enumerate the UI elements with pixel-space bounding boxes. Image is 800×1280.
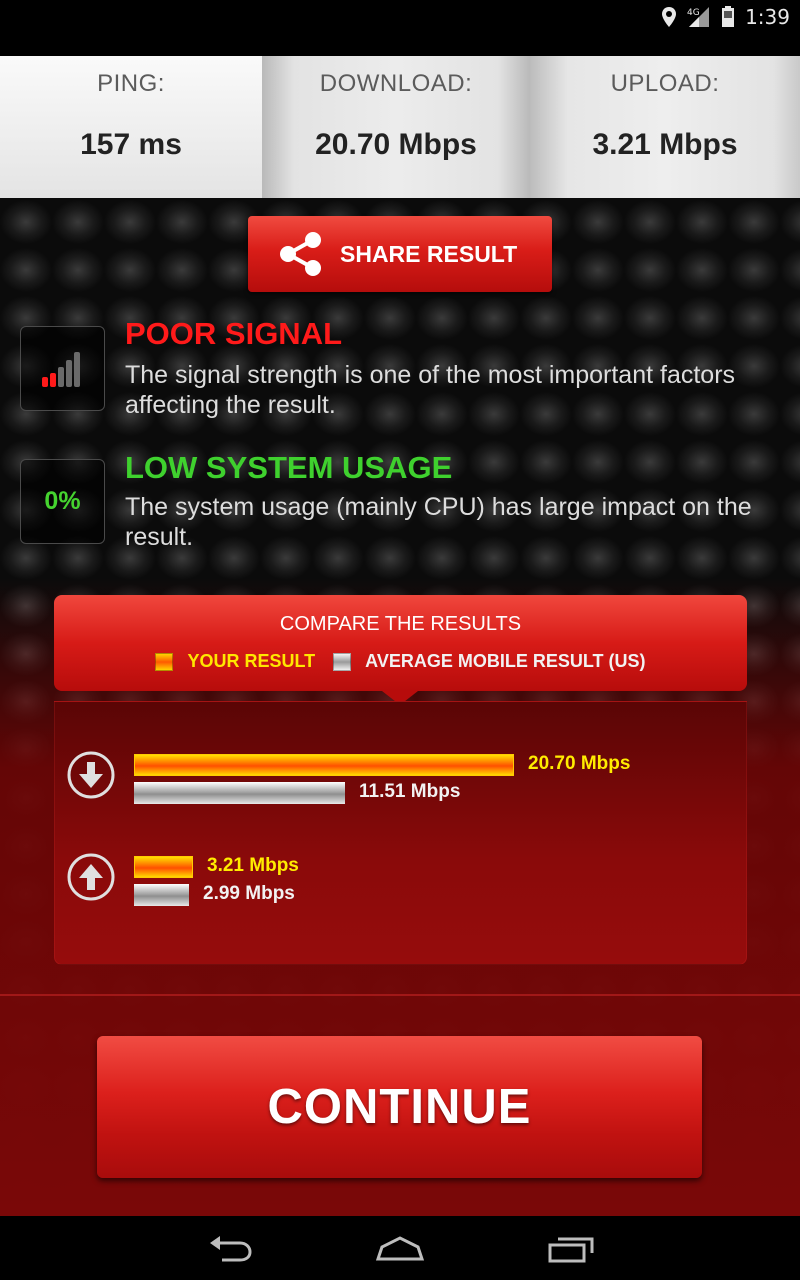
signal-strength-box (20, 326, 105, 411)
status-icons: 4G 1:39 (661, 0, 790, 34)
share-icon (280, 232, 321, 276)
upload-average-value: 2.99 Mbps (203, 883, 295, 904)
stats-header: PING: 157 ms DOWNLOAD: 20.70 Mbps UPLOAD… (0, 56, 800, 198)
upload-compare-row: 3.21 Mbps 2.99 Mbps (55, 852, 748, 912)
legend-average-result: AVERAGE MOBILE RESULT (US) (333, 651, 646, 672)
download-your-bar (134, 754, 514, 776)
share-result-button[interactable]: SHARE RESULT (248, 216, 552, 292)
network-type: 4G (687, 8, 700, 18)
signal-bars-icon (41, 351, 80, 387)
download-your-value: 20.70 Mbps (528, 753, 631, 774)
ping-stat: PING: 157 ms (0, 56, 262, 198)
upload-label: UPLOAD: (610, 70, 720, 97)
download-value: 20.70 Mbps (315, 128, 477, 161)
average-result-legend-label: AVERAGE MOBILE RESULT (US) (365, 651, 646, 671)
download-average-value: 11.51 Mbps (359, 781, 461, 802)
signal-heading: POOR SIGNAL (125, 316, 343, 351)
upload-average-bar (134, 884, 189, 906)
recents-icon (548, 1237, 594, 1263)
average-result-swatch (333, 652, 352, 671)
download-average-bar (134, 782, 345, 804)
download-stat: DOWNLOAD: 20.70 Mbps (262, 56, 530, 198)
clock: 1:39 (745, 5, 790, 29)
upload-arrow-icon (67, 853, 115, 901)
compare-results-panel: COMPARE THE RESULTS YOUR RESULT AVERAGE … (54, 595, 747, 965)
compare-header: COMPARE THE RESULTS YOUR RESULT AVERAGE … (54, 595, 747, 691)
your-result-swatch (155, 652, 174, 671)
compare-bars: 20.70 Mbps 11.51 Mbps 3.21 Mbps 2.99 Mbp… (54, 701, 747, 965)
home-button[interactable] (370, 1230, 430, 1266)
your-result-legend-label: YOUR RESULT (187, 651, 316, 671)
location-icon (662, 7, 677, 27)
usage-description: The system usage (mainly CPU) has large … (125, 493, 752, 551)
back-icon (210, 1236, 252, 1262)
upload-your-value: 3.21 Mbps (207, 855, 299, 876)
download-label: DOWNLOAD: (319, 70, 473, 97)
home-icon (375, 1236, 425, 1261)
usage-heading: LOW SYSTEM USAGE (125, 450, 453, 485)
recents-button[interactable] (542, 1230, 602, 1266)
navigation-bar (0, 1216, 800, 1280)
share-result-label: SHARE RESULT (340, 240, 518, 267)
back-button[interactable] (200, 1230, 260, 1266)
result-panel: SHARE RESULT POOR SIGNAL The signal stre… (0, 198, 800, 1216)
download-compare-row: 20.70 Mbps 11.51 Mbps (55, 750, 748, 810)
continue-button[interactable]: CONTINUE (97, 1036, 702, 1178)
legend-your-result: YOUR RESULT (155, 651, 315, 672)
system-usage-percent: 0% (44, 487, 81, 515)
signal-icon: 4G (687, 7, 710, 27)
ping-label: PING: (97, 70, 165, 97)
divider (0, 994, 800, 996)
battery-icon (722, 6, 735, 27)
ping-value: 157 ms (80, 128, 182, 161)
status-bar: 4G 1:39 (0, 0, 800, 56)
upload-value: 3.21 Mbps (592, 128, 738, 161)
upload-stat: UPLOAD: 3.21 Mbps (530, 56, 800, 198)
download-arrow-icon (67, 751, 115, 799)
compare-title: COMPARE THE RESULTS (279, 613, 522, 635)
compare-legend: YOUR RESULT AVERAGE MOBILE RESULT (US) (54, 651, 747, 672)
signal-description: The signal strength is one of the most i… (125, 361, 736, 419)
upload-your-bar (134, 856, 193, 878)
continue-label: CONTINUE (267, 1080, 532, 1134)
system-usage-box: 0% (20, 459, 105, 544)
